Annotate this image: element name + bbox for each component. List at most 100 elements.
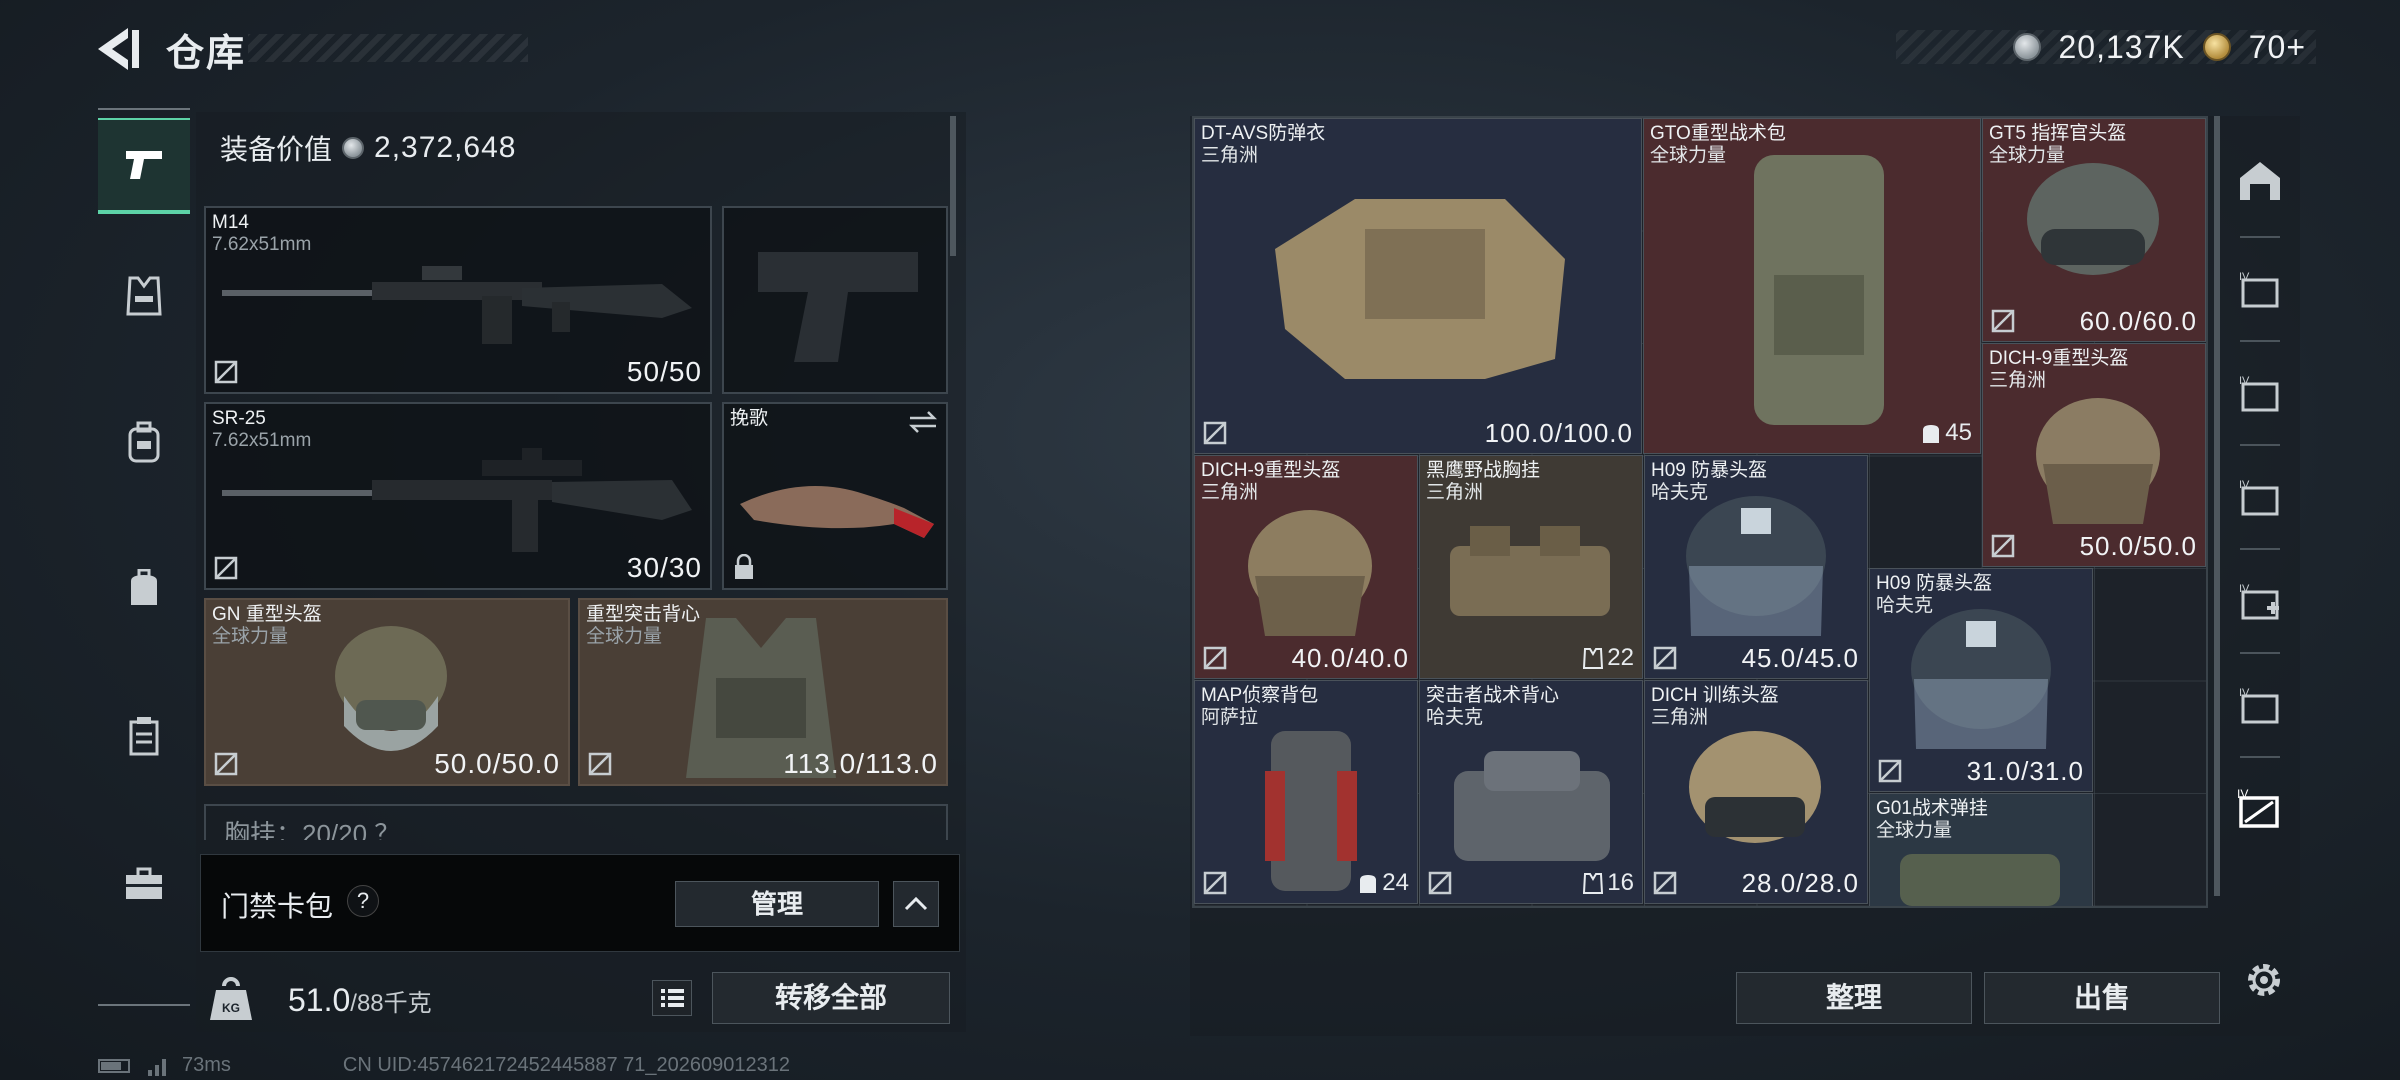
primary-weapon-slot-2[interactable]: SR-25 7.62x51mm 30/30 bbox=[204, 402, 712, 590]
manage-button[interactable]: 管理 bbox=[675, 881, 879, 927]
storage-tab-1[interactable]: IV bbox=[2222, 240, 2298, 340]
no-insurance-icon bbox=[1203, 421, 1227, 445]
backpack-image bbox=[1265, 731, 1357, 891]
chest-rig-slot[interactable]: 胸挂：20/20 ？ bbox=[204, 804, 948, 840]
item-faction: 三角洲 bbox=[1426, 482, 1484, 503]
capacity-value: 16 bbox=[1607, 869, 1634, 896]
capacity-value: 45 bbox=[1945, 419, 1972, 446]
slot-name: GN 重型头盔 bbox=[212, 604, 322, 625]
body-armor-slot[interactable]: 重型突击背心 全球力量 113.0/113.0 bbox=[578, 598, 948, 786]
signal-icon bbox=[148, 1058, 166, 1076]
sort-button[interactable]: 整理 bbox=[1736, 972, 1972, 1024]
slot-name: M14 bbox=[212, 212, 249, 233]
swap-icon[interactable] bbox=[908, 410, 938, 434]
item-name: 突击者战术背心 bbox=[1426, 685, 1560, 706]
item-name: GT5 指挥官头盔 bbox=[1989, 123, 2127, 144]
page-title: 仓库 bbox=[166, 33, 247, 75]
kukri-knife-image bbox=[740, 486, 934, 538]
storage-category-sidebar: IV IV IV IV IV IV bbox=[2222, 116, 2298, 1036]
durability: 28.0/28.0 bbox=[1741, 868, 1859, 898]
chevron-up-icon bbox=[904, 896, 928, 911]
durability: 40.0/40.0 bbox=[1291, 643, 1409, 673]
equip-value-label: 装备价值 bbox=[220, 134, 333, 165]
chest-rig-label: 胸挂：20/20 ？ bbox=[224, 819, 401, 840]
item-name: 黑鹰野战胸挂 bbox=[1426, 460, 1541, 481]
item-name: DT-AVS防弹衣 bbox=[1201, 123, 1326, 144]
primary-weapon-slot[interactable]: M14 7.62x51mm 50/50 bbox=[204, 206, 712, 394]
item-faction: 三角洲 bbox=[1201, 145, 1259, 166]
no-insurance-icon bbox=[214, 752, 238, 776]
gear-icon[interactable] bbox=[2240, 956, 2288, 1004]
help-icon[interactable]: ? bbox=[347, 885, 379, 917]
nav-backpack[interactable] bbox=[98, 540, 190, 636]
item-faction: 全球力量 bbox=[1876, 820, 1953, 841]
storage-item-riot-helmet-2[interactable]: H09 防暴头盔 哈夫克 31.0/31.0 bbox=[1869, 568, 2093, 792]
slot-faction: 全球力量 bbox=[586, 626, 663, 647]
nav-armor[interactable] bbox=[98, 248, 190, 344]
capacity: 16 bbox=[1583, 869, 1634, 897]
svg-text:IV: IV bbox=[2239, 479, 2250, 491]
svg-text:IV: IV bbox=[2239, 687, 2250, 699]
chest-rig-image bbox=[1450, 526, 1610, 616]
list-view-button[interactable] bbox=[652, 980, 692, 1016]
capacity-value: 24 bbox=[1382, 869, 1409, 896]
ammo-rig-image bbox=[1900, 854, 2060, 906]
storage-item-ammo-rig[interactable]: G01战术弹挂 全球力量 bbox=[1869, 793, 2093, 906]
currency-bar: 20,137K 70+ bbox=[1896, 29, 2316, 65]
warehouse-tab[interactable] bbox=[2222, 130, 2298, 230]
sell-button[interactable]: 出售 bbox=[1984, 972, 2220, 1024]
capacity: 45 bbox=[1921, 419, 1972, 447]
storage-item-riot-helmet[interactable]: H09 防暴头盔 哈夫克 45.0/45.0 bbox=[1644, 455, 1868, 679]
item-name: G01战术弹挂 bbox=[1876, 798, 1988, 819]
expand-button[interactable] bbox=[893, 881, 939, 927]
secondary-weapon-slot[interactable] bbox=[722, 206, 948, 394]
storage-tab-3[interactable]: IV bbox=[2222, 448, 2298, 548]
storage-item-chest-rig[interactable]: 黑鹰野战胸挂 三角洲 22 bbox=[1419, 455, 1643, 679]
storage-tab-2[interactable]: IV bbox=[2222, 344, 2298, 444]
storage-tab-6-active[interactable]: IV bbox=[2222, 760, 2298, 860]
storage-item-body-armor[interactable]: DT-AVS防弹衣 三角洲 100.0/100.0 bbox=[1194, 118, 1642, 454]
melee-slot[interactable]: 挽歌 bbox=[722, 402, 948, 590]
storage-item-tactical-pack[interactable]: GTO重型战术包 全球力量 45 bbox=[1643, 118, 1981, 454]
pistol-icon bbox=[126, 151, 162, 179]
helmet-slot[interactable]: GN 重型头盔 全球力量 50.0/50.0 bbox=[204, 598, 570, 786]
keycard-bar: 门禁卡包 ? 管理 bbox=[200, 854, 960, 952]
helmet-image bbox=[1686, 496, 1826, 636]
backpack-icon bbox=[1360, 875, 1377, 893]
back-button[interactable] bbox=[96, 26, 146, 72]
silver-coin-icon bbox=[2012, 33, 2041, 61]
nav-toolbox[interactable] bbox=[98, 836, 190, 932]
storage-item-recon-backpack[interactable]: MAP侦察背包 阿萨拉 24 bbox=[1194, 680, 1418, 904]
item-faction: 全球力量 bbox=[1650, 145, 1727, 166]
pistol-silhouette-icon bbox=[758, 252, 918, 362]
no-insurance-icon bbox=[1428, 871, 1452, 895]
storage-item-commander-helmet[interactable]: GT5 指挥官头盔 全球力量 60.0/60.0 bbox=[1982, 118, 2206, 342]
case-icon bbox=[129, 717, 159, 756]
nav-case[interactable] bbox=[98, 688, 190, 784]
storage-item-training-helmet[interactable]: DICH 训练头盔 三角洲 28.0/28.0 bbox=[1644, 680, 1868, 904]
slot-name: SR-25 bbox=[212, 408, 266, 429]
nav-chest-rig[interactable] bbox=[98, 394, 190, 490]
storage-item-dich9-helmet[interactable]: DICH-9重型头盔 三角洲 50.0/50.0 bbox=[1982, 343, 2206, 567]
storage-scrollbar[interactable] bbox=[2214, 116, 2220, 896]
ammo-count: 50/50 bbox=[626, 356, 702, 387]
status-bar: 73ms CN UID:457462172452445887 71_202609… bbox=[98, 1054, 790, 1077]
ping: 73ms bbox=[182, 1054, 231, 1076]
storage-tab-5[interactable]: IV bbox=[2222, 656, 2298, 756]
equipment-value: 装备价值 2,372,648 bbox=[220, 128, 516, 168]
storage-tab-4[interactable]: IV bbox=[2222, 552, 2298, 652]
storage-item-assault-vest[interactable]: 突击者战术背心 哈夫克 16 bbox=[1419, 680, 1643, 904]
backpack-icon bbox=[1923, 425, 1940, 443]
lock-icon bbox=[735, 554, 753, 579]
nav-weapons[interactable] bbox=[98, 118, 190, 214]
storage-item-dich9-helmet-2[interactable]: DICH-9重型头盔 三角洲 40.0/40.0 bbox=[1194, 455, 1418, 679]
armor-vest-icon bbox=[126, 276, 162, 316]
no-insurance-icon bbox=[1203, 646, 1227, 670]
transfer-all-button[interactable]: 转移全部 bbox=[712, 972, 950, 1024]
loadout-scrollbar[interactable] bbox=[950, 116, 956, 256]
list-icon bbox=[661, 989, 684, 1007]
no-insurance-icon bbox=[1991, 309, 2015, 333]
sr25-rifle-image bbox=[222, 448, 692, 552]
durability: 100.0/100.0 bbox=[1484, 418, 1633, 448]
chest-rig-image bbox=[1454, 751, 1610, 861]
